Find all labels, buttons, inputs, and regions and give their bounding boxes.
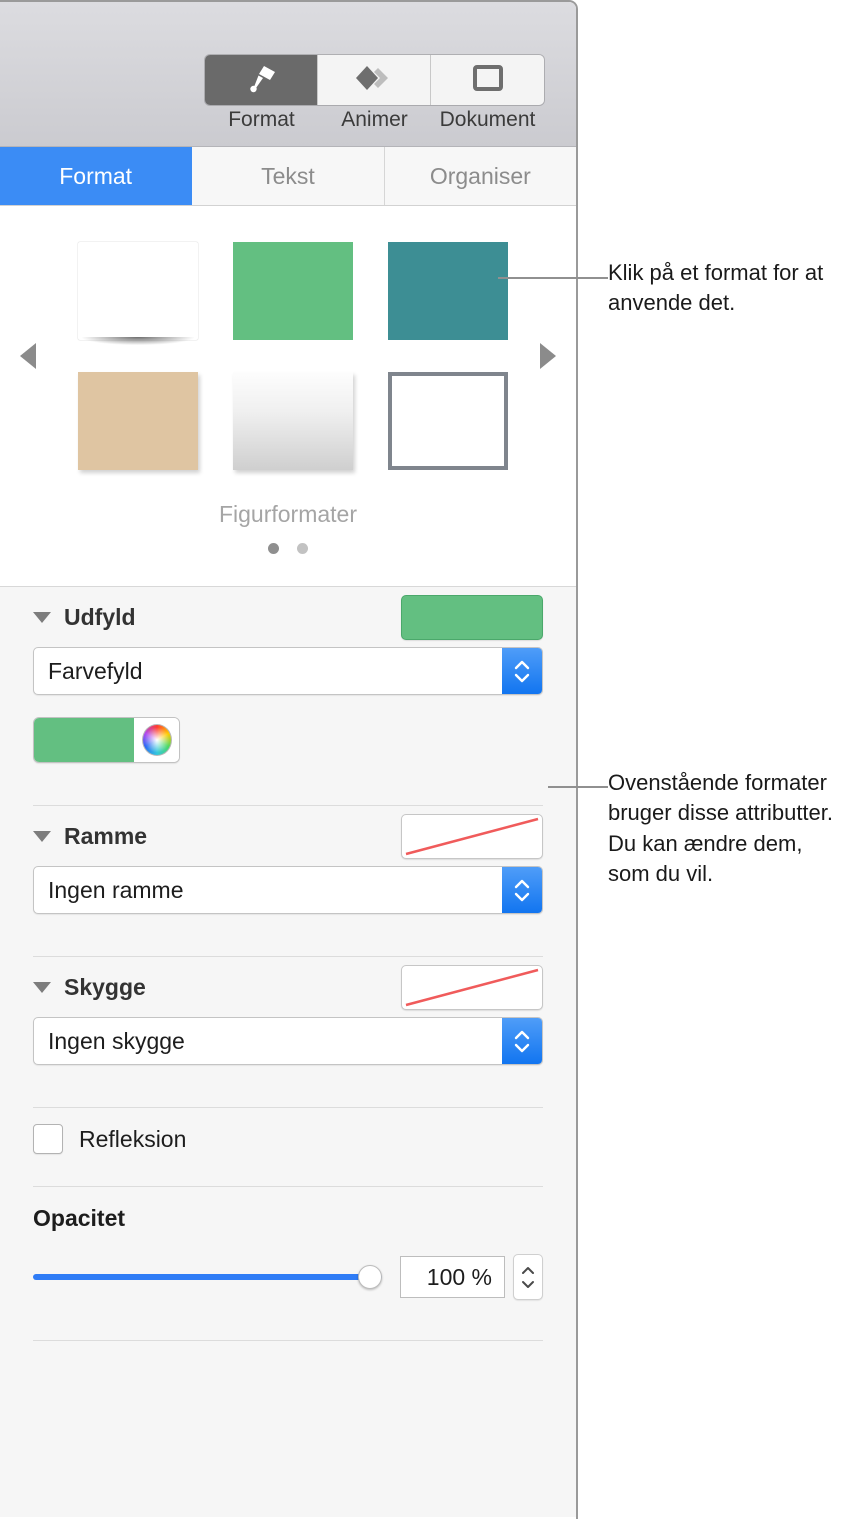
fill-section-header: Udfyld [0, 587, 576, 647]
style-swatch-teal[interactable] [370, 226, 525, 356]
shadow-type-value: Ingen skygge [48, 1027, 185, 1054]
callout-leader-line-2 [548, 786, 608, 788]
style-swatch-white[interactable] [60, 226, 215, 356]
opacity-title: Opacitet [33, 1205, 126, 1231]
fill-preview-swatch[interactable] [401, 594, 543, 640]
fill-type-stepper-icon[interactable] [502, 648, 542, 694]
border-section: Ramme Ingen ramme [0, 806, 576, 957]
fill-color-well[interactable] [33, 717, 180, 763]
page-dot-2[interactable] [297, 543, 308, 554]
no-value-slash-icon [405, 968, 539, 1006]
divider [33, 1340, 543, 1341]
shadow-section-header: Skygge [0, 957, 576, 1017]
fill-type-popup[interactable]: Farvefyld [33, 647, 543, 695]
opacity-controls: 100 % [33, 1254, 543, 1300]
opacity-slider[interactable] [33, 1265, 382, 1289]
border-type-popup[interactable]: Ingen ramme [33, 866, 543, 914]
document-square-icon [472, 64, 503, 96]
callout-leader-line-1 [498, 277, 608, 279]
border-preview-none[interactable] [401, 813, 543, 859]
color-wheel-button[interactable] [134, 718, 179, 762]
triangle-right-icon[interactable] [540, 343, 556, 369]
tab-text[interactable]: Tekst [192, 147, 385, 205]
callout-text-2: Ovenstående formater bruger disse attrib… [608, 770, 834, 887]
reflection-row[interactable]: Refleksion [0, 1108, 576, 1170]
page-dot-1[interactable] [268, 543, 279, 554]
opacity-stepper-icon[interactable] [513, 1254, 543, 1300]
toolbar-label-format: Format [228, 108, 295, 131]
border-section-title: Ramme [64, 822, 148, 849]
reflection-section: Refleksion [0, 1108, 576, 1187]
toolbar: Format Animer Dokument [0, 2, 576, 147]
style-swatch-green[interactable] [215, 226, 370, 356]
opacity-section: Opacitet 100 % [0, 1187, 576, 1341]
toolbar-label-animate: Animer [341, 108, 408, 131]
toolbar-button-format[interactable] [205, 55, 318, 105]
style-swatch-grid [60, 226, 525, 486]
shadow-type-popup[interactable]: Ingen skygge [33, 1017, 543, 1065]
tab-organize[interactable]: Organiser [385, 147, 576, 205]
fill-color-swatch[interactable] [34, 718, 134, 762]
fill-section-title: Udfyld [64, 603, 136, 630]
fill-section: Udfyld Farvefyld [0, 587, 576, 806]
disclosure-triangle-icon[interactable] [33, 611, 51, 623]
tab-organize-label: Organiser [429, 162, 531, 189]
tab-format[interactable]: Format [0, 147, 193, 205]
toolbar-label-row: Format Animer Dokument [205, 108, 545, 132]
border-type-value: Ingen ramme [48, 876, 184, 903]
shadow-preview-none[interactable] [401, 964, 543, 1010]
no-value-slash-icon [405, 817, 539, 855]
inspector-body: Udfyld Farvefyld Ramme Ingen ramme Skygg… [0, 587, 576, 1517]
shadow-section: Skygge Ingen skygge [0, 957, 576, 1108]
tab-text-label: Tekst [261, 162, 315, 189]
format-inspector-panel: Format Animer Dokument Format Tekst Orga… [0, 0, 578, 1519]
color-wheel-icon [141, 724, 172, 756]
shape-style-gallery: Figurformater [0, 206, 576, 587]
opacity-slider-track [33, 1274, 382, 1280]
toolbar-label-document: Dokument [439, 108, 536, 131]
shadow-type-stepper-icon[interactable] [502, 1018, 542, 1064]
paint-roller-icon [244, 63, 278, 98]
callout-text-1: Klik på et format for at anvende det. [608, 260, 824, 316]
style-swatch-outline[interactable] [370, 356, 525, 486]
gallery-page-dots [0, 543, 576, 554]
toolbar-button-animate[interactable] [318, 55, 431, 105]
disclosure-triangle-icon[interactable] [33, 830, 51, 842]
inspector-tab-bar: Format Tekst Organiser [0, 147, 576, 206]
gallery-title: Figurformater [218, 501, 358, 527]
border-section-header: Ramme [0, 806, 576, 866]
disclosure-triangle-icon[interactable] [33, 981, 51, 993]
shadow-section-title: Skygge [64, 973, 146, 1000]
opacity-slider-knob[interactable] [358, 1265, 382, 1289]
animate-diamond-icon [355, 65, 393, 96]
tab-format-label: Format [59, 162, 133, 189]
opacity-value: 100 % [426, 1263, 492, 1290]
reflection-label: Refleksion [79, 1125, 187, 1152]
triangle-left-icon[interactable] [20, 343, 36, 369]
style-swatch-tan[interactable] [60, 356, 215, 486]
fill-type-value: Farvefyld [48, 657, 143, 684]
style-swatch-gradient[interactable] [215, 356, 370, 486]
opacity-value-field[interactable]: 100 % [400, 1256, 505, 1298]
border-type-stepper-icon[interactable] [502, 867, 542, 913]
toolbar-button-document[interactable] [431, 55, 544, 105]
toolbar-button-group [205, 55, 544, 105]
reflection-checkbox[interactable] [33, 1124, 63, 1154]
